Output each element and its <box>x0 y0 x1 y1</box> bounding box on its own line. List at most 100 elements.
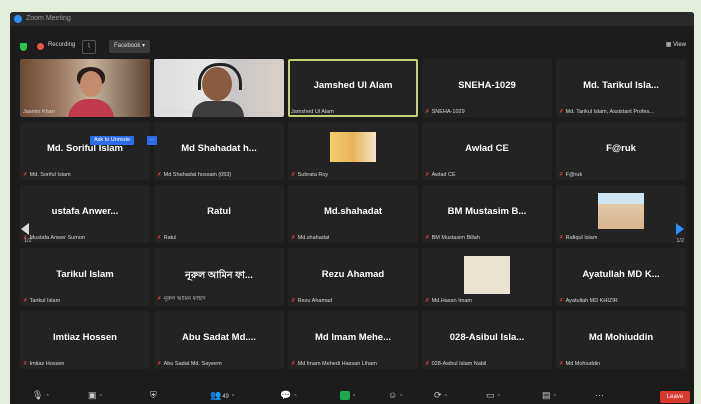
recording-label: Recording <box>48 42 76 48</box>
participant-tile[interactable]: ustafa Anwer... ✗ Mustafa Anwer Sumon <box>20 185 150 243</box>
participant-tile[interactable]: Md Imam Mehe... ✗ Md Imam Mehedi Hassan L… <box>288 311 418 369</box>
chat-button[interactable]: 💬 ^ <box>280 390 297 401</box>
facebook-live-button[interactable]: Facebook ▾ <box>109 40 151 53</box>
recording-icon[interactable] <box>37 43 44 50</box>
view-button[interactable]: ▦ View <box>666 41 686 48</box>
participant-name: Ayatullah MD K... <box>582 269 660 280</box>
more-options-button[interactable]: ··· <box>147 136 157 145</box>
reactions-button[interactable]: ☺ ^ <box>388 390 403 400</box>
whiteboards-button[interactable]: ▭ ^ <box>486 390 500 401</box>
notes-icon: ▤ <box>542 390 551 400</box>
participant-label: Md Imam Mehedi Hassan Liham <box>297 361 377 367</box>
participant-tile[interactable]: BM Mustasim B... ✗ BM Mustasim Billah <box>422 185 552 243</box>
ask-to-unmute-button[interactable]: Ask to Unmute <box>90 136 135 145</box>
participant-tile[interactable]: Rezu Ahamad ✗ Rezu Ahamad <box>288 248 418 306</box>
participant-tile[interactable]: Tarikul Islam ✗ Tarikul Islam <box>20 248 150 306</box>
participant-tile[interactable]: Md. Soriful Islam ✗ Md. Soriful Islam <box>20 122 150 180</box>
apps-button[interactable]: ⟳ ^ <box>434 390 447 401</box>
participant-label: Subrata Roy <box>297 172 329 178</box>
muted-mic-icon: ✗ <box>291 298 296 304</box>
participant-tile[interactable]: ✗ Subrata Roy <box>288 122 418 180</box>
participant-tile[interactable]: 028-Asibul Isla... ✗ 028-Asibul Islam Nab… <box>422 311 552 369</box>
participant-name: SNEHA-1029 <box>458 80 516 91</box>
participant-tile[interactable]: Jasmin Khan <box>20 59 150 117</box>
participant-label: Abu Sadat Md. Sayeem <box>163 361 222 367</box>
chevron-up-icon[interactable]: ^ <box>400 394 402 400</box>
participant-profile-photo <box>330 132 376 162</box>
participant-tile[interactable]: নূরুল আমিন ফা... ✗ নূরুল আমিন ফাহাদ <box>154 248 284 306</box>
participant-label: Md. Tarikul Islam, Assistant Profes... <box>565 109 654 115</box>
participant-label: নূরুল আমিন ফাহাদ <box>163 296 206 302</box>
window-title: Zoom Meeting <box>26 15 71 22</box>
grid-view-icon: ▦ <box>665 42 674 48</box>
participant-label: 028-Asibul Islam Nabil <box>431 361 487 367</box>
start-video-button[interactable]: ▣ ^ <box>88 390 102 401</box>
participant-name: Awlad CE <box>465 143 509 154</box>
leave-button[interactable]: Leave <box>660 391 690 403</box>
participant-tile[interactable]: Awlad CE ✗ Awlad CE <box>422 122 552 180</box>
muted-mic-icon: ✗ <box>559 109 564 115</box>
chevron-up-icon[interactable]: ^ <box>554 394 556 400</box>
participant-label: Tarikul Islam <box>29 298 61 304</box>
live-stream-icon[interactable]: ⌇ <box>82 40 96 54</box>
more-button[interactable]: ··· <box>595 390 604 400</box>
page-indicator-right: 1/2 <box>676 238 684 244</box>
participant-label: Md.Hasan Imam <box>431 298 472 304</box>
participant-name: Imtiaz Hossen <box>53 332 117 343</box>
participant-tile[interactable]: Imtiaz Hossen ✗ Imtiaz Hossen <box>20 311 150 369</box>
chevron-up-icon[interactable]: ^ <box>353 394 355 400</box>
participant-name: Tarikul Islam <box>56 269 114 280</box>
security-shield-icon: ⛨ <box>150 390 157 400</box>
muted-mic-icon: ✗ <box>425 172 430 178</box>
participant-label: Jamshed Ul Alam <box>291 109 334 115</box>
video-camera-off-icon: ▣ <box>88 390 97 400</box>
participant-tile[interactable]: ✗ Md.Hasan Imam <box>422 248 552 306</box>
participant-tile[interactable]: Md.shahadat ✗ Md.shahadat <box>288 185 418 243</box>
muted-mic-icon: ✗ <box>559 172 564 178</box>
notes-button[interactable]: ▤ ^ <box>542 390 556 401</box>
participant-name: 028-Asibul Isla... <box>449 332 525 343</box>
participants-button[interactable]: 👥49 ^ <box>210 390 234 401</box>
participant-label: Md Mohiuddin <box>565 361 601 367</box>
chevron-up-icon[interactable]: ^ <box>445 394 447 400</box>
share-screen-button[interactable]: ^ <box>340 390 355 401</box>
chevron-up-icon[interactable]: ^ <box>46 394 48 400</box>
title-bar: Zoom Meeting <box>10 12 694 26</box>
muted-mic-icon: ✗ <box>157 235 162 241</box>
participant-name: F@ruk <box>606 143 636 154</box>
participant-tile[interactable]: SNEHA-1029 ✗ SNEHA-1029 <box>422 59 552 117</box>
participant-name: Md. Tarikul Isla... <box>583 80 659 91</box>
chevron-up-icon[interactable]: ^ <box>100 394 102 400</box>
participant-tile[interactable]: Ratul ✗ Ratul <box>154 185 284 243</box>
participant-tile[interactable]: ✗ Rafiqul Islam <box>556 185 686 243</box>
participant-name: Md Imam Mehe... <box>314 332 391 343</box>
participant-tile[interactable]: Md Shahadat h... ✗ Md Shahadat hossain (0… <box>154 122 284 180</box>
participant-name: Jamshed Ul Alam <box>313 80 393 91</box>
previous-page-arrow-icon[interactable] <box>21 223 29 235</box>
next-page-arrow-icon[interactable] <box>676 223 684 235</box>
participant-name: Ratul <box>207 206 231 217</box>
participant-tile[interactable]: Ayatullah MD K... ✗ Ayatullah MD KHIZIR <box>556 248 686 306</box>
page-indicator-left: 1/2 <box>24 238 32 244</box>
participants-icon: 👥 <box>210 390 222 400</box>
participant-name: Md Shahadat h... <box>181 143 257 154</box>
chevron-up-icon[interactable]: ^ <box>498 394 500 400</box>
participant-name: Md Mohiuddin <box>588 332 654 343</box>
participant-tile[interactable]: Abu Sadat Md.... ✗ Abu Sadat Md. Sayeem <box>154 311 284 369</box>
participant-tile[interactable]: F@ruk ✗ F@ruk <box>556 122 686 180</box>
participant-tile[interactable]: Md Mohiuddin ✗ Md Mohiuddin <box>556 311 686 369</box>
chevron-up-icon[interactable]: ^ <box>232 394 234 400</box>
chevron-up-icon[interactable]: ^ <box>294 394 296 400</box>
security-button[interactable]: ⛨ <box>150 390 157 401</box>
muted-mic-icon: ✗ <box>559 361 564 367</box>
participant-tile-active-speaker[interactable]: Jamshed Ul Alam Jamshed Ul Alam <box>288 59 418 117</box>
unmute-button[interactable]: 🎙 ^ <box>32 390 49 401</box>
muted-mic-icon: ✗ <box>291 235 296 241</box>
muted-mic-icon: ✗ <box>157 172 162 178</box>
participant-name: ustafa Anwer... <box>51 206 119 217</box>
participant-name: Abu Sadat Md.... <box>182 332 256 343</box>
security-shield-icon[interactable] <box>20 43 27 51</box>
participant-tile[interactable]: Faiyaza Fenitz <box>154 59 284 117</box>
participant-tile[interactable]: Md. Tarikul Isla... ✗ Md. Tarikul Islam, … <box>556 59 686 117</box>
zoom-window: Zoom Meeting Recording ⌇ Facebook ▾ ▦ Vi… <box>10 12 694 404</box>
